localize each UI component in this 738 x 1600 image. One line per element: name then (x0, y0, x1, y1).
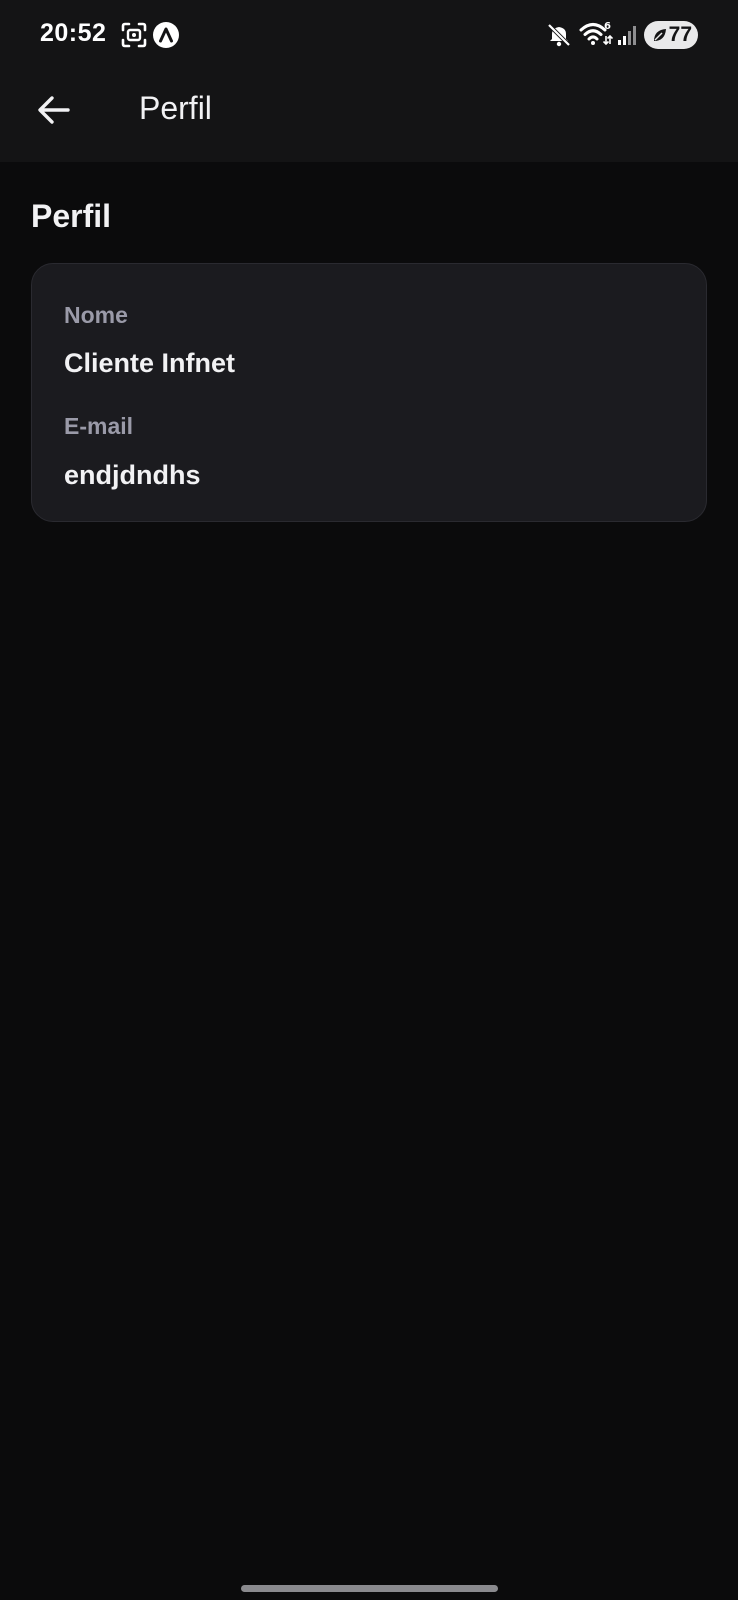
status-time: 20:52 (40, 19, 107, 47)
status-bar: 20:52 6 77 (0, 0, 738, 70)
signal-icon (618, 26, 636, 45)
email-value: endjdndhs (64, 460, 201, 490)
name-label: Nome (64, 302, 128, 328)
arrow-left-icon (38, 96, 70, 124)
svg-text:6: 6 (604, 21, 611, 32)
screenshot-icon (121, 22, 147, 48)
wifi-icon: 6 (579, 21, 613, 46)
page-title: Perfil (31, 198, 112, 234)
app-notification-icon (153, 22, 179, 48)
email-label: E-mail (64, 413, 134, 439)
battery-saver-icon (654, 29, 666, 41)
battery-level: 77 (668, 23, 692, 46)
app-bar: Perfil (0, 70, 738, 162)
battery-indicator: 77 (644, 21, 698, 49)
name-value: Cliente Infnet (64, 348, 236, 378)
gesture-navigation-bar[interactable] (241, 1585, 498, 1592)
mute-icon (547, 23, 571, 47)
back-button[interactable] (26, 82, 82, 138)
app-bar-title: Perfil (139, 90, 212, 126)
profile-card: Nome Cliente Infnet E-mail endjdndhs (31, 263, 707, 522)
